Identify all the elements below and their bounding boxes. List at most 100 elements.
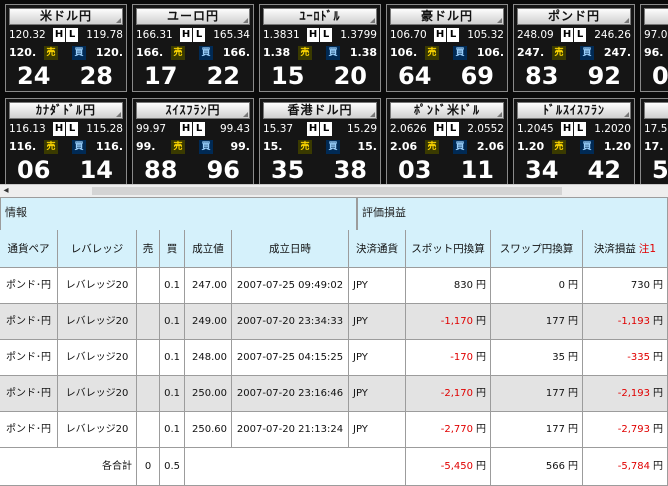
sell-button[interactable]: 売 (552, 46, 566, 60)
buy-button[interactable]: 買 (72, 46, 86, 60)
buy-button[interactable]: 買 (72, 140, 86, 154)
column-header[interactable]: スポット円換算 (406, 230, 491, 268)
sell-button[interactable]: 売 (298, 140, 312, 154)
ask-big-digits[interactable]: 96 (207, 155, 240, 184)
sell-button[interactable]: 売 (171, 46, 185, 60)
price-cell: 247.00 (185, 268, 232, 304)
big-price-row: 64 69 (390, 61, 504, 91)
column-header[interactable]: 買 (160, 230, 185, 268)
price-prefix-row: 15. 売買 15. (263, 138, 377, 156)
bid-big-digits[interactable]: 88 (144, 155, 177, 184)
sell-button[interactable]: 売 (171, 140, 185, 154)
total-swap: 566 円 (491, 448, 583, 486)
rate-tile[interactable]: 南ア 17.5HL17.売買5 (640, 98, 668, 184)
buy-button[interactable]: 買 (326, 140, 340, 154)
bid-big-digits[interactable]: 5 (652, 155, 668, 184)
settlement-pl-cell: -335 円 (583, 340, 668, 376)
column-header[interactable]: 成立日時 (232, 230, 349, 268)
price-prefix-row: 247. 売買 247. (517, 44, 631, 62)
sell-button[interactable]: 売 (552, 140, 566, 154)
rate-tile[interactable]: ﾄﾞﾙｽｲｽﾌﾗﾝ 1.2045 H L 1.2020 1.20 売買 1.20 34 42 (513, 98, 635, 184)
yen-unit: 円 (568, 461, 578, 472)
rate-tile[interactable]: ｶﾅﾀﾞﾄﾞﾙ円 116.13 H L 115.28 116. 売買 116. 06 14 (5, 98, 127, 184)
high-label: H (561, 122, 573, 136)
low-label: L (66, 28, 78, 42)
ask-big-digits[interactable]: 92 (588, 61, 621, 91)
bid-big-digits[interactable]: 15 (271, 61, 304, 91)
scroll-left-icon[interactable]: ◂ (0, 185, 12, 197)
ask-big-digits[interactable]: 42 (588, 155, 621, 184)
table-row[interactable]: ポンド･円 レバレッジ20 0.1 247.00 2007-07-25 09:49:02… (0, 268, 668, 304)
column-header-label: 成立日時 (269, 243, 311, 255)
column-header[interactable]: レバレッジ (58, 230, 137, 268)
ask-big-digits[interactable]: 22 (207, 61, 240, 91)
table-row[interactable]: ポンド･円 レバレッジ20 0.1 249.00 2007-07-20 23:34:33… (0, 304, 668, 340)
ask-big-digits[interactable]: 38 (334, 155, 367, 184)
rate-tile[interactable]: 米ドル円 120.32 H L 119.78 120. 売買 120. 24 28 (5, 4, 127, 92)
sell-button[interactable]: 売 (298, 46, 312, 60)
high-label: H (434, 28, 446, 42)
column-header[interactable]: 売 (137, 230, 160, 268)
bid-big-digits[interactable]: 06 (17, 155, 50, 184)
column-header[interactable]: 通貨ペア (0, 230, 58, 268)
sell-button[interactable]: 売 (425, 46, 439, 60)
low-label: L (193, 28, 205, 42)
bid-big-digits[interactable]: 64 (398, 61, 431, 91)
low-value: 1.2020 (594, 123, 631, 135)
column-header[interactable]: 成立値 (185, 230, 232, 268)
rate-tile-name: 南ア (644, 102, 668, 119)
sell-button[interactable]: 売 (44, 140, 58, 154)
ask-big-digits[interactable]: 11 (461, 155, 494, 184)
high-low-row: 97.05HL (644, 27, 668, 43)
high-label: H (434, 122, 446, 136)
table-row[interactable]: ポンド･円 レバレッジ20 0.1 250.00 2007-07-20 23:16:46… (0, 376, 668, 412)
column-header[interactable]: 決済通貨 (349, 230, 406, 268)
rate-tile[interactable]: ﾕｰﾛﾄﾞﾙ 1.3831 H L 1.3799 1.38 売買 1.38 15 20 (259, 4, 381, 92)
buy-button[interactable]: 買 (326, 46, 340, 60)
buy-button[interactable]: 買 (580, 46, 594, 60)
horizontal-scrollbar[interactable]: ◂ (0, 184, 668, 198)
rate-tile[interactable]: 香港ドル円 15.37 H L 15.29 15. 売買 15. 35 38 (259, 98, 381, 184)
buy-button[interactable]: 買 (199, 46, 213, 60)
rate-tile[interactable]: 豪ドル円 106.70 H L 105.32 106. 売買 106. 64 69 (386, 4, 508, 92)
sell-button[interactable]: 売 (44, 46, 58, 60)
column-header[interactable]: 決済損益 注1 (583, 230, 668, 268)
table-row[interactable]: ポンド･円 レバレッジ20 0.1 250.60 2007-07-20 21:13:24… (0, 412, 668, 448)
bid-big-digits[interactable]: 34 (525, 155, 558, 184)
ask-prefix: 120. (95, 46, 123, 59)
ask-big-digits[interactable]: 20 (334, 61, 367, 91)
rate-tile[interactable]: ｽｲｽﾌﾗﾝ円 99.97 H L 99.43 99. 売買 99. 88 96 (132, 98, 254, 184)
high-value: 15.37 (263, 123, 294, 135)
rate-tile[interactable]: ポンド円 248.09 H L 246.26 247. 売買 247. 83 92 (513, 4, 635, 92)
yen-unit: 円 (476, 280, 486, 291)
bid-prefix: 166. (136, 46, 164, 59)
ask-big-digits[interactable]: 69 (461, 61, 494, 91)
bid-big-digits[interactable]: 83 (525, 61, 558, 91)
amount-value: 177 (545, 424, 565, 435)
high-low-row: 166.31 H L 165.34 (136, 27, 250, 43)
scroll-thumb[interactable] (92, 187, 562, 195)
sell-button[interactable]: 売 (425, 140, 439, 154)
table-row[interactable]: ポンド･円 レバレッジ20 0.1 248.00 2007-07-25 04:15:25… (0, 340, 668, 376)
bid-big-digits[interactable]: 24 (17, 61, 50, 91)
buy-button[interactable]: 買 (580, 140, 594, 154)
column-header-label: 成立値 (192, 243, 224, 255)
buy-button[interactable]: 買 (453, 140, 467, 154)
bid-big-digits[interactable]: 35 (271, 155, 304, 184)
leverage-cell: レバレッジ20 (58, 376, 137, 412)
bid-big-digits[interactable]: 17 (144, 61, 177, 91)
rate-tile[interactable]: ﾎﾟﾝﾄﾞ米ﾄﾞﾙ 2.0626 H L 2.0552 2.06 売買 2.06 03 11 (386, 98, 508, 184)
rate-tile-name: 米ドル円 (9, 8, 123, 25)
bid-big-digits[interactable]: 03 (398, 155, 431, 184)
ask-big-digits[interactable]: 14 (80, 155, 113, 184)
swap-yen-cell: 0円 (491, 268, 583, 304)
rate-tile[interactable]: ユーロ円 166.31 H L 165.34 166. 売買 166. 17 22 (132, 4, 254, 92)
buy-button[interactable]: 買 (199, 140, 213, 154)
ask-big-digits[interactable]: 28 (80, 61, 113, 91)
currency-cell: JPY (349, 412, 406, 448)
buy-button[interactable]: 買 (453, 46, 467, 60)
spot-yen-cell: -2,770 円 (406, 412, 491, 448)
column-header[interactable]: スワップ円換算 (491, 230, 583, 268)
rate-tile[interactable]: N 97.05HL96.売買0 (640, 4, 668, 92)
bid-big-digits[interactable]: 0 (652, 61, 668, 91)
